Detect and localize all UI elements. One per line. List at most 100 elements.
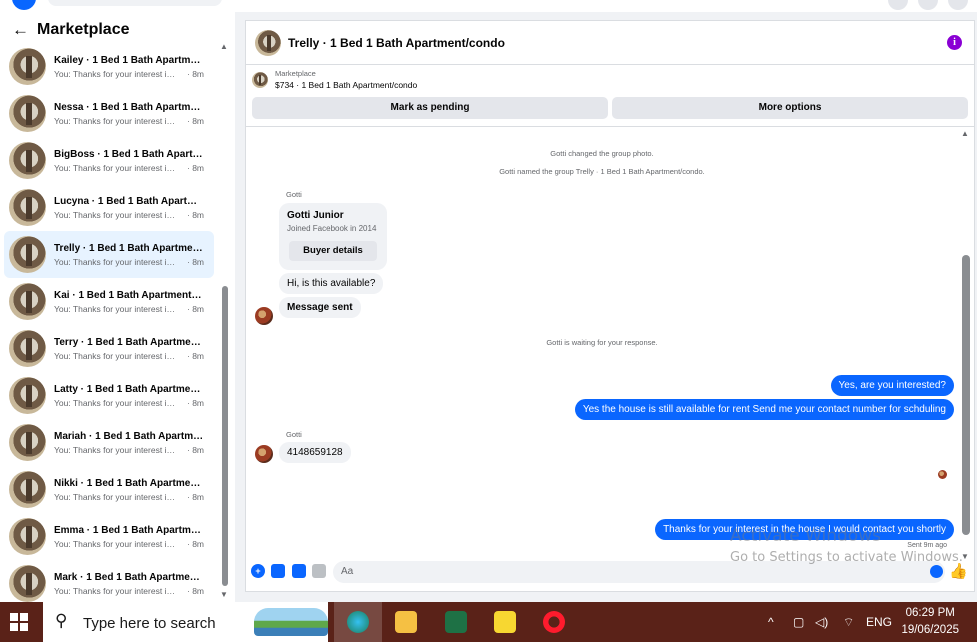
plus-icon[interactable]: + [251,564,265,578]
conversation-avatar [9,142,46,179]
sticky-notes-icon[interactable] [481,602,529,642]
conversation-item[interactable]: Lucyna · 1 Bed 1 Bath Apartmen... You: Th… [4,184,214,231]
conversation-name: Kai · 1 Bed 1 Bath Apartment/c... [54,289,204,301]
conversation-avatar [9,424,46,461]
emoji-icon[interactable] [930,565,943,578]
meet-now-icon[interactable]: ▢ [793,602,804,642]
opera-browser-icon[interactable] [530,602,578,642]
sticker-icon[interactable] [292,564,306,578]
conversation-time: · 8m [187,162,204,173]
conversation-item[interactable]: BigBoss · 1 Bed 1 Bath Apartme... You: Th… [4,137,214,184]
taskbar-search-input[interactable]: Type here to search [83,615,216,632]
conversation-item[interactable]: Trelly · 1 Bed 1 Bath Apartment/... You: … [4,231,214,278]
buyer-joined: Joined Facebook in 2014 [287,224,377,233]
conversation-preview: You: Thanks for your interest in t... [54,397,179,408]
conversation-avatar [9,565,46,602]
conversation-time: · 8m [187,115,204,126]
conversation-item[interactable]: Kailey · 1 Bed 1 Bath Apartment... You: T… [4,43,214,90]
outgoing-message[interactable]: Yes, are you interested? [830,375,954,396]
wifi-icon[interactable]: ⌔ [843,602,854,642]
file-explorer-icon[interactable] [382,602,430,642]
scrollbar-thumb[interactable] [222,286,228,586]
edge-browser-icon[interactable] [334,602,382,642]
taskbar-clock[interactable]: 06:29 PM 19/06/2025 [901,605,959,639]
conversation-preview: You: Thanks for your interest in t... [54,303,179,314]
facebook-search-bar[interactable] [48,0,222,6]
conversation-avatar [9,48,46,85]
back-arrow-icon[interactable]: ← [12,20,29,40]
system-message: Gotti is waiting for your response. [546,338,658,347]
scroll-up-icon[interactable]: ▲ [220,42,228,51]
listing-actions: Mark as pending More options [252,97,968,119]
conversation-preview: You: Thanks for your interest in t... [54,491,179,502]
listing-label: Marketplace [275,69,316,78]
outgoing-message[interactable]: Yes the house is still available for ren… [574,399,954,420]
sender-avatar[interactable] [255,445,273,463]
conversation-name: Emma · 1 Bed 1 Bath Apartment... [54,524,204,536]
conversation-preview: You: Thanks for your interest in t... [54,585,179,596]
conversation-name: Lucyna · 1 Bed 1 Bath Apartmen... [54,195,204,207]
conversation-avatar [9,95,46,132]
facebook-top-nav [0,0,977,12]
scroll-up-icon[interactable]: ▲ [961,129,969,138]
conversation-name: Nessa · 1 Bed 1 Bath Apartment... [54,101,204,113]
conversation-preview: You: Thanks for your interest in t... [54,350,179,361]
conversation-avatar [9,518,46,555]
conversation-time: · 8m [187,350,204,361]
incoming-message[interactable]: Message sent [279,297,361,318]
incoming-message[interactable]: Hi, is this available? [279,273,384,294]
conversation-item[interactable]: Kai · 1 Bed 1 Bath Apartment/c... You: Th… [4,278,214,325]
search-icon: ⚲ [55,611,68,630]
incoming-message[interactable]: 4148659128 [279,442,351,463]
windows-start-icon[interactable] [10,613,28,631]
notifications-icon[interactable] [918,0,938,10]
clock-date: 19/06/2025 [901,624,959,636]
seen-avatar [938,470,947,479]
conversation-item[interactable]: Latty · 1 Bed 1 Bath Apartment/... You: T… [4,372,214,419]
conversation-preview: You: Thanks for your interest in t... [54,444,179,455]
gif-icon[interactable] [312,564,326,578]
taskbar-search[interactable]: ⚲ Type here to search [43,602,328,642]
chat-scrollbar[interactable]: ▲ ▼ [961,129,971,561]
volume-icon[interactable]: ◁) [815,602,828,642]
conversation-time: · 8m [187,256,204,267]
facebook-logo-icon[interactable] [12,0,36,10]
conversation-name: Mariah · 1 Bed 1 Bath Apartme... [54,430,204,442]
divider [246,126,974,127]
more-options-button[interactable]: More options [612,97,968,119]
photo-icon[interactable] [271,564,285,578]
buyer-details-button[interactable]: Buyer details [289,241,377,261]
conversation-item[interactable]: Terry · 1 Bed 1 Bath Apartment/... You: T… [4,325,214,372]
conversation-item[interactable]: Nessa · 1 Bed 1 Bath Apartment... You: Th… [4,90,214,137]
conversation-item[interactable]: Emma · 1 Bed 1 Bath Apartment... You: Tha… [4,513,214,560]
conversation-avatar [9,283,46,320]
excel-icon[interactable] [432,602,480,642]
conversation-sidebar: ← Marketplace Kailey · 1 Bed 1 Bath Apar… [0,12,235,602]
sender-avatar[interactable] [255,307,273,325]
conversation-name: Kailey · 1 Bed 1 Bath Apartment... [54,54,204,66]
conversation-time: · 8m [187,397,204,408]
buyer-name: Gotti Junior [287,210,344,221]
menu-icon[interactable] [888,0,908,10]
language-indicator[interactable]: ENG [866,602,892,642]
conversation-name: Latty · 1 Bed 1 Bath Apartment/... [54,383,204,395]
conversation-preview: You: Thanks for your interest in t... [54,115,179,126]
scrollbar-thumb[interactable] [962,255,970,535]
conversation-avatar [9,236,46,273]
mark-pending-button[interactable]: Mark as pending [252,97,608,119]
conversation-time: · 8m [187,444,204,455]
sidebar-scrollbar[interactable]: ▲ ▼ [220,42,230,599]
listing-summary[interactable]: Marketplace $734 · 1 Bed 1 Bath Apartmen… [252,69,417,90]
chat-avatar[interactable] [255,29,281,56]
clock-time: 06:29 PM [905,607,955,619]
chat-title[interactable]: Trelly · 1 Bed 1 Bath Apartment/condo [288,36,505,50]
info-icon[interactable]: i [947,35,962,50]
show-hidden-icons-icon[interactable]: ^ [768,602,774,642]
scroll-down-icon[interactable]: ▼ [220,590,228,599]
conversation-item[interactable]: Nikki · 1 Bed 1 Bath Apartment/... You: T… [4,466,214,513]
profile-avatar[interactable] [948,0,968,10]
chat-header: Trelly · 1 Bed 1 Bath Apartment/condo i [246,21,974,65]
conversation-item[interactable]: Mark · 1 Bed 1 Bath Apartment/... You: Th… [4,560,214,607]
conversation-item[interactable]: Mariah · 1 Bed 1 Bath Apartme... You: Tha… [4,419,214,466]
sender-name: Gotti [286,430,302,439]
